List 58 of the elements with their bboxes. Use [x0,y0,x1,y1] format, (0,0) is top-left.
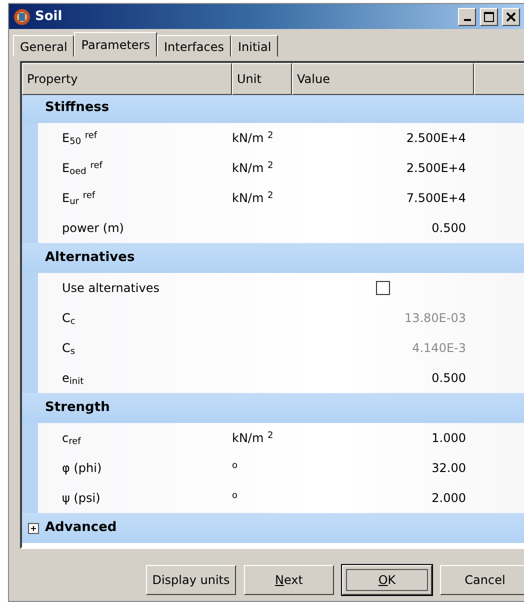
tab[interactable]: Initial [230,35,278,57]
window-title: Soil [35,8,62,26]
property-label: C$_{s}$ [62,341,76,355]
column-header[interactable]: Value [292,63,474,95]
value-text: 32.00 [432,461,466,475]
group-title: Alternatives [45,249,135,268]
property-label: power (m) [62,221,124,235]
value-text: 0.500 [432,371,466,385]
property-label: e$_{init}$ [62,371,84,385]
property-row[interactable]: power (m) 0.500 [22,213,524,243]
property-label: φ (phi) [62,461,102,475]
unit-label: o [232,461,238,472]
group-title: Strength [45,399,110,418]
expand-icon[interactable] [28,522,39,534]
property-row[interactable]: e$_{init}$ 0.500 [22,363,524,393]
dialog-button[interactable]: Display units [146,565,236,595]
maximize-button[interactable] [480,8,498,26]
tab[interactable]: Parameters [74,32,157,57]
tab[interactable]: Interfaces [156,35,231,57]
column-header[interactable]: Unit [232,63,292,95]
group-row[interactable]: Advanced [22,513,524,543]
value-text: 13.80E-03 [404,311,466,325]
property-row[interactable]: Use alternatives [22,273,524,303]
app-icon [13,8,31,26]
property-row[interactable]: c$_{ref}$ kN/m $^{2}$ 1.000 [22,423,524,453]
group-title: Advanced [45,519,117,538]
value-text: 7.500E+4 [406,191,466,205]
dialog-button[interactable]: Next [244,565,334,595]
unit-label: kN/m $^{2}$ [232,131,274,145]
value-text: 2.500E+4 [406,161,466,175]
value-text: 0.500 [432,221,466,235]
value-text: 1.000 [432,431,466,445]
value-text: 2.500E+4 [406,131,466,145]
group-row[interactable]: Alternatives [22,243,524,273]
unit-label: kN/m $^{2}$ [232,191,274,205]
dialog-button[interactable]: Cancel [440,565,524,595]
group-title: Stiffness [45,99,110,118]
minimize-icon [464,18,470,20]
column-header[interactable] [474,63,524,95]
group-row[interactable]: Stiffness [22,93,524,123]
maximize-icon [484,12,494,22]
minimize-button[interactable] [458,8,476,26]
value-text: 4.140E-3 [412,341,466,355]
checkbox[interactable] [376,281,390,295]
unit-label: o [232,491,238,502]
column-header[interactable]: Property [22,63,232,95]
unit-label: kN/m $^{2}$ [232,431,274,445]
close-icon [506,12,516,22]
value-text: 2.000 [432,491,466,505]
group-row[interactable]: Strength [22,393,524,423]
property-label: C$_{c}$ [62,311,76,325]
unit-label: kN/m $^{2}$ [232,161,274,175]
property-label: ψ (psi) [62,491,100,505]
close-button[interactable] [502,8,520,26]
dialog-button[interactable]: OK [342,565,432,595]
property-label: c$_{ref}$ [62,431,81,445]
property-label: Use alternatives [62,281,160,295]
tab[interactable]: General [13,35,74,57]
